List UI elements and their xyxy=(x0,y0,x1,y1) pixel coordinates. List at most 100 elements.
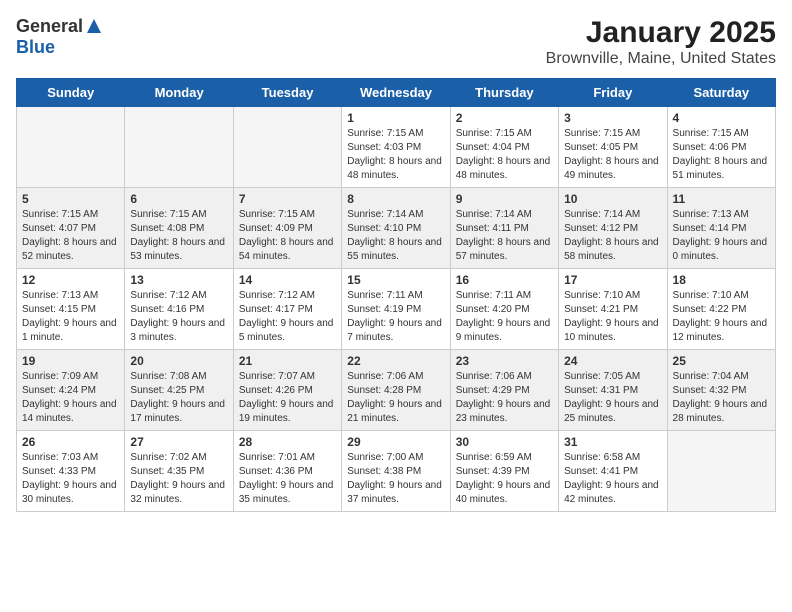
calendar-cell: 23 Sunrise: 7:06 AM Sunset: 4:29 PM Dayli… xyxy=(450,350,558,431)
day-number: 11 xyxy=(673,192,770,206)
logo-blue: Blue xyxy=(16,37,55,57)
day-info: Sunrise: 7:03 AM Sunset: 4:33 PM Dayligh… xyxy=(22,451,119,507)
calendar-cell: 17 Sunrise: 7:10 AM Sunset: 4:21 PM Dayli… xyxy=(559,269,667,350)
month-title: January 2025 xyxy=(546,16,776,50)
calendar: SundayMondayTuesdayWednesdayThursdayFrid… xyxy=(16,78,776,512)
calendar-cell xyxy=(233,107,341,188)
logo: General Blue xyxy=(16,16,103,58)
day-number: 28 xyxy=(239,435,336,449)
day-info: Sunrise: 7:15 AM Sunset: 4:09 PM Dayligh… xyxy=(239,208,336,264)
day-number: 23 xyxy=(456,354,553,368)
day-info: Sunrise: 7:06 AM Sunset: 4:29 PM Dayligh… xyxy=(456,370,553,426)
day-info: Sunrise: 7:08 AM Sunset: 4:25 PM Dayligh… xyxy=(130,370,227,426)
day-info: Sunrise: 7:14 AM Sunset: 4:12 PM Dayligh… xyxy=(564,208,661,264)
day-info: Sunrise: 7:05 AM Sunset: 4:31 PM Dayligh… xyxy=(564,370,661,426)
day-number: 24 xyxy=(564,354,661,368)
day-info: Sunrise: 7:01 AM Sunset: 4:36 PM Dayligh… xyxy=(239,451,336,507)
weekday-header: Tuesday xyxy=(233,79,341,107)
weekday-header: Saturday xyxy=(667,79,775,107)
day-number: 17 xyxy=(564,273,661,287)
day-info: Sunrise: 7:15 AM Sunset: 4:08 PM Dayligh… xyxy=(130,208,227,264)
calendar-cell: 1Sunrise: 7:15 AM Sunset: 4:03 PM Daylig… xyxy=(342,107,450,188)
calendar-cell: 2 Sunrise: 7:15 AM Sunset: 4:04 PM Daylig… xyxy=(450,107,558,188)
calendar-week-row: 19 Sunrise: 7:09 AM Sunset: 4:24 PM Dayli… xyxy=(17,350,776,431)
day-info: Sunrise: 7:15 AM Sunset: 4:06 PM Dayligh… xyxy=(673,127,770,183)
day-number: 30 xyxy=(456,435,553,449)
day-info: Sunrise: 7:14 AM Sunset: 4:10 PM Dayligh… xyxy=(347,208,444,264)
title-area: January 2025 Brownville, Maine, United S… xyxy=(546,16,776,68)
day-number: 21 xyxy=(239,354,336,368)
calendar-week-row: 5 Sunrise: 7:15 AM Sunset: 4:07 PM Daylig… xyxy=(17,188,776,269)
day-info: Sunrise: 7:15 AM Sunset: 4:04 PM Dayligh… xyxy=(456,127,553,183)
weekday-header: Sunday xyxy=(17,79,125,107)
day-info: Sunrise: 7:15 AM Sunset: 4:07 PM Dayligh… xyxy=(22,208,119,264)
day-number: 16 xyxy=(456,273,553,287)
day-info: Sunrise: 7:14 AM Sunset: 4:11 PM Dayligh… xyxy=(456,208,553,264)
day-number: 7 xyxy=(239,192,336,206)
calendar-cell: 29Sunrise: 7:00 AM Sunset: 4:38 PM Dayli… xyxy=(342,431,450,512)
calendar-cell: 19 Sunrise: 7:09 AM Sunset: 4:24 PM Dayli… xyxy=(17,350,125,431)
weekday-header: Friday xyxy=(559,79,667,107)
day-number: 13 xyxy=(130,273,227,287)
day-number: 2 xyxy=(456,111,553,125)
day-info: Sunrise: 7:11 AM Sunset: 4:20 PM Dayligh… xyxy=(456,289,553,345)
calendar-cell: 28 Sunrise: 7:01 AM Sunset: 4:36 PM Dayli… xyxy=(233,431,341,512)
day-number: 8 xyxy=(347,192,444,206)
day-info: Sunrise: 7:09 AM Sunset: 4:24 PM Dayligh… xyxy=(22,370,119,426)
day-info: Sunrise: 7:10 AM Sunset: 4:22 PM Dayligh… xyxy=(673,289,770,345)
calendar-cell: 10 Sunrise: 7:14 AM Sunset: 4:12 PM Dayli… xyxy=(559,188,667,269)
calendar-cell xyxy=(17,107,125,188)
day-info: Sunrise: 7:15 AM Sunset: 4:03 PM Dayligh… xyxy=(347,127,444,183)
day-info: Sunrise: 7:12 AM Sunset: 4:17 PM Dayligh… xyxy=(239,289,336,345)
day-info: Sunrise: 7:13 AM Sunset: 4:14 PM Dayligh… xyxy=(673,208,770,264)
day-number: 3 xyxy=(564,111,661,125)
calendar-cell: 25 Sunrise: 7:04 AM Sunset: 4:32 PM Dayli… xyxy=(667,350,775,431)
calendar-cell: 24 Sunrise: 7:05 AM Sunset: 4:31 PM Dayli… xyxy=(559,350,667,431)
day-number: 9 xyxy=(456,192,553,206)
calendar-cell xyxy=(125,107,233,188)
header: General Blue January 2025 Brownville, Ma… xyxy=(16,16,776,68)
day-number: 19 xyxy=(22,354,119,368)
calendar-cell: 15Sunrise: 7:11 AM Sunset: 4:19 PM Dayli… xyxy=(342,269,450,350)
day-info: Sunrise: 7:06 AM Sunset: 4:28 PM Dayligh… xyxy=(347,370,444,426)
logo-triangle-icon xyxy=(85,17,103,35)
weekday-header: Monday xyxy=(125,79,233,107)
weekday-header: Thursday xyxy=(450,79,558,107)
day-info: Sunrise: 7:12 AM Sunset: 4:16 PM Dayligh… xyxy=(130,289,227,345)
calendar-week-row: 1Sunrise: 7:15 AM Sunset: 4:03 PM Daylig… xyxy=(17,107,776,188)
calendar-cell: 20 Sunrise: 7:08 AM Sunset: 4:25 PM Dayli… xyxy=(125,350,233,431)
weekday-header: Wednesday xyxy=(342,79,450,107)
calendar-cell: 30 Sunrise: 6:59 AM Sunset: 4:39 PM Dayli… xyxy=(450,431,558,512)
day-number: 14 xyxy=(239,273,336,287)
day-info: Sunrise: 7:07 AM Sunset: 4:26 PM Dayligh… xyxy=(239,370,336,426)
day-number: 12 xyxy=(22,273,119,287)
calendar-cell: 5 Sunrise: 7:15 AM Sunset: 4:07 PM Daylig… xyxy=(17,188,125,269)
calendar-cell: 4 Sunrise: 7:15 AM Sunset: 4:06 PM Daylig… xyxy=(667,107,775,188)
day-number: 10 xyxy=(564,192,661,206)
day-info: Sunrise: 7:15 AM Sunset: 4:05 PM Dayligh… xyxy=(564,127,661,183)
day-number: 6 xyxy=(130,192,227,206)
calendar-cell xyxy=(667,431,775,512)
calendar-cell: 6 Sunrise: 7:15 AM Sunset: 4:08 PM Daylig… xyxy=(125,188,233,269)
day-number: 22 xyxy=(347,354,444,368)
calendar-cell: 11 Sunrise: 7:13 AM Sunset: 4:14 PM Dayli… xyxy=(667,188,775,269)
day-number: 25 xyxy=(673,354,770,368)
logo-general: General xyxy=(16,16,83,37)
day-number: 27 xyxy=(130,435,227,449)
calendar-cell: 16 Sunrise: 7:11 AM Sunset: 4:20 PM Dayli… xyxy=(450,269,558,350)
calendar-cell: 21 Sunrise: 7:07 AM Sunset: 4:26 PM Dayli… xyxy=(233,350,341,431)
calendar-cell: 13 Sunrise: 7:12 AM Sunset: 4:16 PM Dayli… xyxy=(125,269,233,350)
calendar-cell: 3 Sunrise: 7:15 AM Sunset: 4:05 PM Daylig… xyxy=(559,107,667,188)
day-info: Sunrise: 6:59 AM Sunset: 4:39 PM Dayligh… xyxy=(456,451,553,507)
weekday-header-row: SundayMondayTuesdayWednesdayThursdayFrid… xyxy=(17,79,776,107)
day-info: Sunrise: 7:02 AM Sunset: 4:35 PM Dayligh… xyxy=(130,451,227,507)
day-info: Sunrise: 7:10 AM Sunset: 4:21 PM Dayligh… xyxy=(564,289,661,345)
day-number: 4 xyxy=(673,111,770,125)
calendar-cell: 9 Sunrise: 7:14 AM Sunset: 4:11 PM Daylig… xyxy=(450,188,558,269)
day-number: 5 xyxy=(22,192,119,206)
day-number: 20 xyxy=(130,354,227,368)
calendar-cell: 22 Sunrise: 7:06 AM Sunset: 4:28 PM Dayli… xyxy=(342,350,450,431)
day-info: Sunrise: 6:58 AM Sunset: 4:41 PM Dayligh… xyxy=(564,451,661,507)
calendar-cell: 7 Sunrise: 7:15 AM Sunset: 4:09 PM Daylig… xyxy=(233,188,341,269)
day-info: Sunrise: 7:04 AM Sunset: 4:32 PM Dayligh… xyxy=(673,370,770,426)
